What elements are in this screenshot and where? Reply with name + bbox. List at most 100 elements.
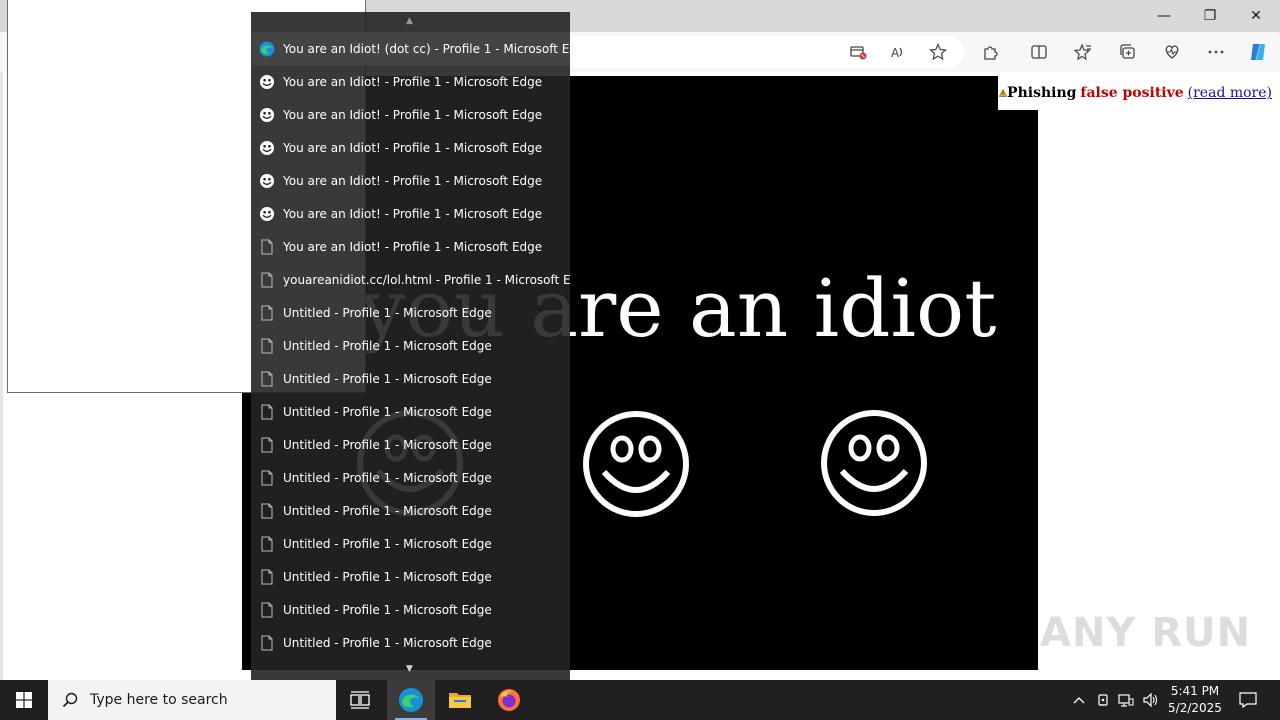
phishing-label: Phishing <box>1007 85 1077 101</box>
edge-window-list: ▲ You are an Idiot! (dot cc) - Profile 1… <box>251 12 570 680</box>
notification-icon <box>1239 692 1257 708</box>
search-icon <box>62 692 78 708</box>
edge-icon <box>259 41 275 57</box>
volume-icon <box>1143 693 1158 707</box>
page-icon <box>259 602 275 618</box>
page-icon <box>259 239 275 255</box>
window-list-item[interactable]: Untitled - Profile 1 - Microsoft Edge <box>251 329 570 362</box>
window-list-item[interactable]: You are an Idiot! - Profile 1 - Microsof… <box>251 164 570 197</box>
window-list-item[interactable]: Untitled - Profile 1 - Microsoft Edge <box>251 494 570 527</box>
window-list-item-label: Untitled - Profile 1 - Microsoft Edge <box>283 635 492 650</box>
split-screen-icon[interactable] <box>1027 40 1051 64</box>
window-list-item-label: You are an Idiot! - Profile 1 - Microsof… <box>283 206 543 221</box>
more-menu-icon[interactable] <box>1204 40 1228 64</box>
window-list-item-label: You are an Idiot! - Profile 1 - Microsof… <box>283 140 543 155</box>
start-button[interactable] <box>0 680 48 720</box>
scroll-down-icon[interactable]: ▼ <box>406 664 413 674</box>
file-explorer-icon <box>449 693 471 708</box>
window-list-item-label: Untitled - Profile 1 - Microsoft Edge <box>283 437 492 452</box>
window-list-item-label: Untitled - Profile 1 - Microsoft Edge <box>283 503 492 518</box>
taskbar-file-explorer-button[interactable] <box>436 680 484 720</box>
taskbar-firefox-button[interactable] <box>485 680 533 720</box>
window-list-item[interactable]: Untitled - Profile 1 - Microsoft Edge <box>251 626 570 659</box>
window-list-item[interactable]: You are an Idiot! - Profile 1 - Microsof… <box>251 230 570 263</box>
window-list-item-label: Untitled - Profile 1 - Microsoft Edge <box>283 569 492 584</box>
window-list-item[interactable]: Untitled - Profile 1 - Microsoft Edge <box>251 428 570 461</box>
window-list-item[interactable]: Untitled - Profile 1 - Microsoft Edge <box>251 527 570 560</box>
task-view-button[interactable] <box>336 680 384 720</box>
window-list-item-label: Untitled - Profile 1 - Microsoft Edge <box>283 602 492 617</box>
minimize-button[interactable]: — <box>1141 0 1187 32</box>
taskbar-search-box[interactable]: Type here to search <box>48 680 336 720</box>
window-list-item[interactable]: Untitled - Profile 1 - Microsoft Edge <box>251 560 570 593</box>
window-list-item[interactable]: Untitled - Profile 1 - Microsoft Edge <box>251 395 570 428</box>
window-list-item-label: You are an Idiot! - Profile 1 - Microsof… <box>283 239 543 254</box>
copilot-icon[interactable] <box>1246 40 1270 64</box>
favorites-icon[interactable] <box>1071 40 1095 64</box>
false-positive-label: false positive <box>1080 85 1184 101</box>
read-aloud-icon[interactable]: A <box>886 40 910 64</box>
page-icon <box>259 305 275 321</box>
window-list-item-label: You are an Idiot! (dot cc) - Profile 1 -… <box>283 41 570 56</box>
collections-icon[interactable] <box>1116 40 1140 64</box>
window-list-item-label: Untitled - Profile 1 - Microsoft Edge <box>283 338 492 353</box>
taskbar-clock[interactable]: 5:41 PM 5/2/2025 <box>1162 683 1228 717</box>
search-placeholder: Type here to search <box>90 692 228 708</box>
edge-icon <box>399 688 423 712</box>
tray-volume-button[interactable] <box>1140 680 1162 720</box>
smiley-icon <box>259 206 275 222</box>
show-hidden-icons-button[interactable] <box>1068 680 1090 720</box>
smiley-icon <box>259 74 275 90</box>
device-icon <box>1098 694 1108 706</box>
smiley-icon <box>259 173 275 189</box>
page-icon <box>259 338 275 354</box>
smiley-icon <box>259 140 275 156</box>
page-icon <box>259 569 275 585</box>
phishing-banner: Phishing false positive (read more) <box>998 76 1272 110</box>
favorite-star-icon[interactable] <box>926 40 950 64</box>
smiley-icon <box>259 107 275 123</box>
tray-device-button[interactable] <box>1093 680 1113 720</box>
window-list-item[interactable]: You are an Idiot! - Profile 1 - Microsof… <box>251 131 570 164</box>
window-list-item[interactable]: Untitled - Profile 1 - Microsoft Edge <box>251 362 570 395</box>
window-list-item[interactable]: You are an Idiot! (dot cc) - Profile 1 -… <box>251 32 570 65</box>
page-icon <box>259 470 275 486</box>
network-icon <box>1118 694 1134 707</box>
warning-icon <box>998 89 1007 97</box>
page-icon <box>259 437 275 453</box>
window-list-item-label: Untitled - Profile 1 - Microsoft Edge <box>283 371 492 386</box>
window-list-item-label: youareanidiot.cc/lol.html - Profile 1 - … <box>283 272 570 287</box>
media-blocked-icon[interactable] <box>846 40 870 64</box>
read-more-link[interactable]: (read more) <box>1188 85 1272 101</box>
task-view-icon <box>350 691 370 709</box>
scroll-up-icon[interactable]: ▲ <box>406 16 413 26</box>
notification-center-button[interactable] <box>1234 680 1262 720</box>
anyrun-watermark: ANY RUN <box>1040 610 1252 656</box>
windows-taskbar: Type here to search 5:41 PM 5/2/2025 <box>0 680 1280 720</box>
window-list-item-label: You are an Idiot! - Profile 1 - Microsof… <box>283 74 543 89</box>
page-icon <box>259 404 275 420</box>
close-button[interactable]: ✕ <box>1233 0 1279 32</box>
restore-button[interactable]: ❐ <box>1187 0 1233 32</box>
window-list-item-label: You are an Idiot! - Profile 1 - Microsof… <box>283 107 543 122</box>
window-list-item[interactable]: youareanidiot.cc/lol.html - Profile 1 - … <box>251 263 570 296</box>
windows-logo-icon <box>16 692 32 708</box>
window-list-item[interactable]: You are an Idiot! - Profile 1 - Microsof… <box>251 65 570 98</box>
browser-essentials-icon[interactable] <box>1160 40 1184 64</box>
window-list-item-label: You are an Idiot! - Profile 1 - Microsof… <box>283 173 543 188</box>
clock-time: 5:41 PM <box>1170 684 1220 698</box>
window-list-item[interactable]: You are an Idiot! - Profile 1 - Microsof… <box>251 98 570 131</box>
tray-network-button[interactable] <box>1116 680 1136 720</box>
window-list-item[interactable]: Untitled - Profile 1 - Microsoft Edge <box>251 461 570 494</box>
taskbar-edge-button[interactable] <box>387 680 435 720</box>
window-list-item[interactable]: You are an Idiot! - Profile 1 - Microsof… <box>251 197 570 230</box>
chevron-up-icon <box>1073 697 1085 704</box>
svg-text:A: A <box>891 46 900 60</box>
window-list-item[interactable]: Untitled - Profile 1 - Microsoft Edge <box>251 593 570 626</box>
page-icon <box>259 536 275 552</box>
window-list-item[interactable]: Untitled - Profile 1 - Microsoft Edge <box>251 296 570 329</box>
smiley-face-icon <box>583 411 689 517</box>
window-list-item-label: Untitled - Profile 1 - Microsoft Edge <box>283 404 492 419</box>
window-list-item-label: Untitled - Profile 1 - Microsoft Edge <box>283 536 492 551</box>
extensions-icon[interactable] <box>979 40 1003 64</box>
